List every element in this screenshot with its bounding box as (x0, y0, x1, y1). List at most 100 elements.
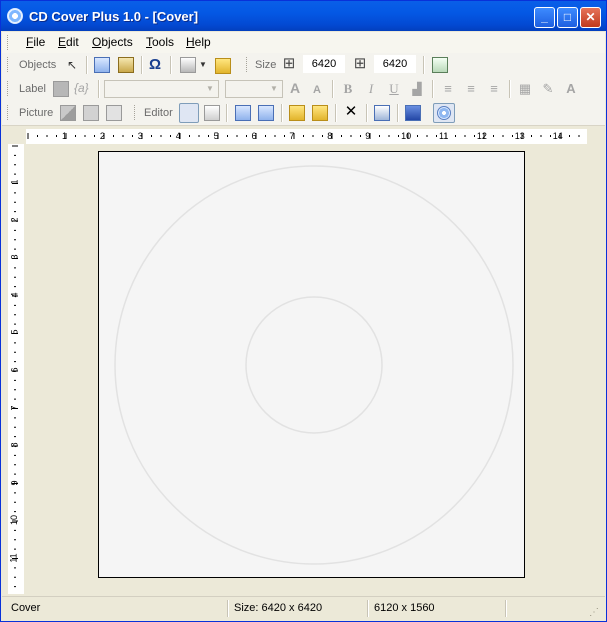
send-to-back-icon[interactable] (312, 105, 328, 121)
picture-grid-icon (106, 105, 122, 121)
pen-icon: ✎ (542, 81, 554, 96)
menu-help[interactable]: Help (186, 35, 211, 49)
separator (509, 80, 511, 98)
ruler-number: 4 (9, 292, 20, 298)
height-field[interactable]: 6420 (374, 55, 416, 73)
ruler-number: 6 (9, 367, 20, 373)
width-field[interactable]: 6420 (303, 55, 345, 73)
ruler-number: 3 (9, 254, 20, 260)
separator (335, 104, 337, 122)
toolbar-grip[interactable] (7, 81, 11, 96)
toolbar-grip[interactable] (7, 105, 11, 120)
underline-button: U (389, 81, 399, 96)
ruler-number: 3 (137, 131, 143, 141)
picture-properties-icon[interactable] (118, 57, 134, 73)
italic-button: I (368, 81, 374, 96)
horizontal-ruler-labels: 1 2 3 4 5 6 7 8 9 10 11 12 13 14 (26, 129, 587, 144)
insert-picture-icon[interactable] (94, 57, 110, 73)
menu-edit[interactable]: Edit (58, 35, 79, 49)
align-left-icon: ≡ (444, 81, 452, 96)
menu-objects[interactable]: Objects (92, 35, 133, 49)
toolbar-grip[interactable] (246, 57, 250, 72)
cd-app-icon[interactable] (7, 8, 23, 24)
title-bar[interactable]: CD Cover Plus 1.0 - [Cover] _ □ ✕ (1, 1, 606, 31)
dropdown-arrow-icon[interactable]: ▼ (198, 57, 208, 73)
toolbar-grip[interactable] (7, 57, 11, 72)
bold-button: B (343, 81, 353, 96)
separator (366, 104, 368, 122)
apply-size-icon[interactable] (432, 57, 448, 73)
status-size: Size: 6420 x 6420 (234, 602, 323, 614)
document-icon[interactable] (374, 105, 390, 121)
picture-fill-icon (60, 105, 76, 121)
move-layer-left-icon[interactable] (235, 105, 251, 121)
ruler-number: 5 (9, 329, 20, 335)
note-icon[interactable] (215, 58, 231, 74)
vertical-ruler-labels: 1 2 3 4 5 6 7 8 9 10 11 (8, 144, 24, 594)
separator (397, 104, 399, 122)
separator (98, 80, 100, 98)
cd-icon (437, 106, 451, 120)
font-color-icon: A (566, 81, 576, 96)
cd-preview-button[interactable] (433, 103, 455, 123)
font-grow-icon: A (289, 80, 301, 96)
minimize-button[interactable]: _ (534, 7, 555, 28)
font-size-select[interactable]: ▼ (225, 80, 283, 98)
objects-toolbar: Objects ↖ Ω ▼ Size ⊞ 6420 ⊞ 6420 (2, 53, 605, 78)
separator (226, 104, 228, 122)
picture-effect-icon (83, 105, 99, 121)
resize-grip-icon[interactable]: ⋰ (589, 607, 601, 619)
ruler-number: 11 (8, 553, 19, 563)
separator (227, 600, 229, 617)
ruler-number: 2 (9, 217, 20, 223)
close-button[interactable]: ✕ (580, 7, 601, 28)
delete-icon[interactable]: ✕ (343, 104, 359, 120)
menu-file[interactable]: File (26, 35, 45, 49)
ruler-number: 13 (514, 131, 525, 141)
separator (432, 80, 434, 98)
font-name-select[interactable]: ▼ (104, 80, 219, 98)
chevron-down-icon: ▼ (270, 84, 278, 93)
separator (141, 56, 143, 74)
pointer-icon[interactable]: ↖ (64, 57, 80, 73)
separator (423, 56, 425, 74)
ruler-number: 11 (439, 131, 449, 141)
layout-icon[interactable] (180, 57, 196, 73)
height-grid-icon: ⊞ (353, 55, 367, 72)
ruler-number: 8 (327, 131, 333, 141)
chevron-down-icon: ▼ (206, 84, 214, 93)
separator (170, 56, 172, 74)
ruler-number: 10 (401, 131, 412, 141)
ruler-number: 9 (9, 480, 20, 486)
picture-editor-toolbar: Picture Editor ✕ (2, 101, 605, 126)
omega-symbol-icon[interactable]: Ω (147, 57, 163, 73)
app-window: CD Cover Plus 1.0 - [Cover] _ □ ✕ File E… (0, 0, 607, 622)
move-layer-right-icon[interactable] (258, 105, 274, 121)
maximize-button[interactable]: □ (557, 7, 578, 28)
ruler-number: 5 (213, 131, 219, 141)
menu-tools[interactable]: Tools (146, 35, 174, 49)
edit-picture-icon[interactable] (179, 103, 199, 123)
status-bar: Cover Size: 6420 x 6420 6120 x 1560 ⋰ (2, 596, 605, 621)
cover-canvas[interactable] (98, 151, 525, 578)
ruler-number: 7 (289, 131, 295, 141)
ruler-number: 8 (9, 442, 20, 448)
border-icon: ▦ (518, 81, 532, 96)
width-grid-icon: ⊞ (282, 55, 296, 72)
editor-label: Editor (144, 107, 173, 119)
ruler-number: 9 (365, 131, 371, 141)
toolbar-grip[interactable] (134, 105, 138, 120)
status-coordinates: 6120 x 1560 (374, 602, 435, 614)
save-icon[interactable] (405, 105, 421, 121)
ruler-number: 10 (9, 515, 20, 526)
ruler-number: 2 (99, 131, 105, 141)
bring-to-front-icon[interactable] (289, 105, 305, 121)
font-shrink-icon: A (313, 84, 321, 96)
separator (86, 56, 88, 74)
separator (281, 104, 283, 122)
objects-label: Objects (19, 59, 57, 71)
image-frame-icon[interactable] (204, 105, 220, 121)
status-mode: Cover (11, 602, 41, 614)
text-effect-icon: ▟ (412, 82, 422, 96)
menubar-grip[interactable] (7, 35, 11, 50)
